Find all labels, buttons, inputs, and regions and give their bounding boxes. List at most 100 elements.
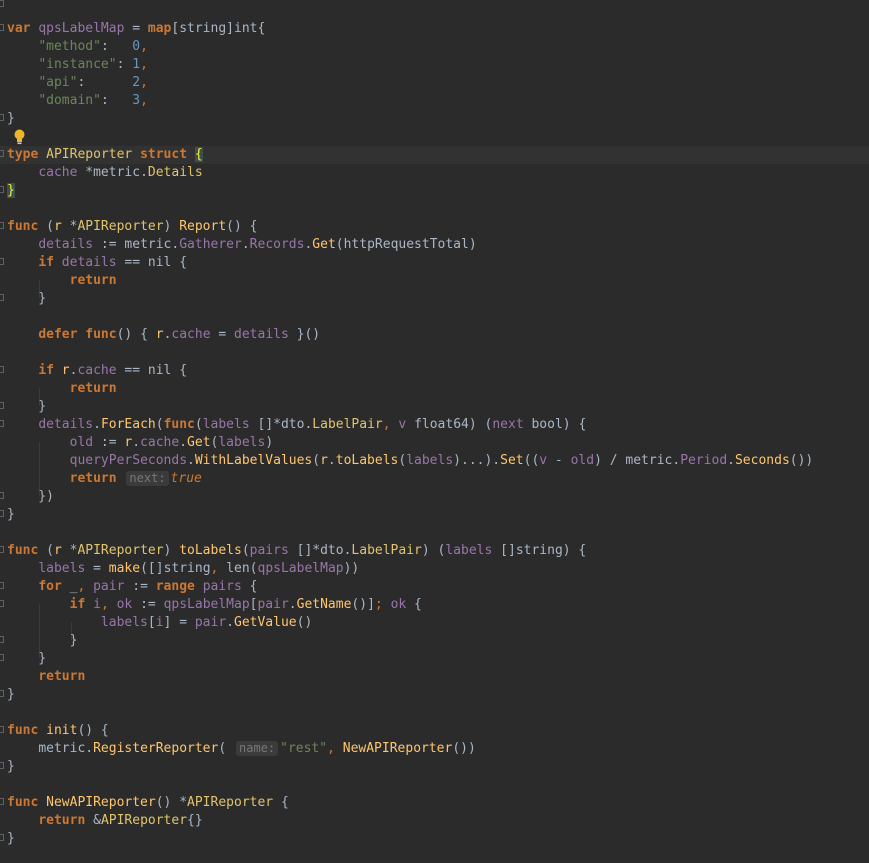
- fold-marker-icon[interactable]: [0, 150, 4, 157]
- code-line: func (r *APIReporter) toLabels(pairs []*…: [0, 542, 869, 560]
- keyword: struct: [140, 147, 188, 162]
- fold-marker-icon[interactable]: [0, 726, 4, 733]
- code-line: if details == nil {: [0, 254, 869, 272]
- code-text: }: [7, 831, 15, 846]
- keyword: type: [7, 147, 39, 162]
- code-line-current: type APIReporter struct {: [0, 146, 869, 164]
- fold-marker-icon[interactable]: [0, 546, 4, 553]
- code-line: "domain": 3,: [0, 92, 869, 110]
- fold-marker-icon[interactable]: [0, 114, 4, 121]
- code-line: }: [0, 830, 869, 848]
- code-line: defer func() { r.cache = details }(): [0, 326, 869, 344]
- fold-marker-icon[interactable]: [0, 222, 4, 229]
- number-literal: 3: [132, 93, 141, 108]
- fold-marker-icon[interactable]: [0, 366, 4, 373]
- code-line: return: [0, 668, 869, 686]
- code-line: for _, pair := range pairs {: [0, 578, 869, 596]
- code-text: return next: true: [69, 471, 202, 486]
- type-name: Details: [147, 165, 203, 180]
- code-line: if r.cache == nil {: [0, 362, 869, 380]
- number-literal: 0: [132, 39, 141, 54]
- fold-marker-icon[interactable]: [0, 402, 4, 409]
- fold-marker-icon[interactable]: [0, 600, 4, 607]
- function-name: init: [46, 723, 78, 738]
- code-line: }: [0, 290, 869, 308]
- code-line: queryPerSeconds.WithLabelValues(r.toLabe…: [0, 452, 869, 470]
- fold-marker-icon[interactable]: [0, 762, 4, 769]
- keyword: map: [147, 21, 172, 36]
- code-text: "instance": 1,: [38, 57, 148, 72]
- fold-marker-icon[interactable]: [0, 582, 4, 589]
- code-line: var qpsLabelMap = map[string]int{: [0, 20, 869, 38]
- keyword: func: [7, 219, 39, 234]
- matched-brace: {: [194, 147, 203, 162]
- code-text: }: [7, 182, 15, 200]
- code-text: labels[i] = pair.GetValue(): [100, 615, 313, 630]
- string-literal: "domain": [38, 93, 101, 108]
- code-line: }: [0, 686, 869, 704]
- code-line: cache *metric.Details: [0, 164, 869, 182]
- code-text: cache *metric.Details: [38, 165, 203, 180]
- code-text: func (r *APIReporter) Report() {: [7, 219, 258, 234]
- code-line: }: [0, 110, 869, 128]
- string-literal: "method": [38, 39, 101, 54]
- code-text: }: [7, 633, 78, 648]
- fold-marker-icon[interactable]: [0, 0, 4, 7]
- code-text: if r.cache == nil {: [38, 363, 188, 378]
- fold-marker-icon[interactable]: [0, 834, 4, 841]
- code-text: return: [38, 669, 86, 684]
- code-text: }: [7, 651, 47, 666]
- code-text: }: [7, 111, 15, 126]
- code-text: }: [7, 687, 15, 702]
- code-text: "domain": 3,: [38, 93, 148, 108]
- fold-marker-icon[interactable]: [0, 186, 4, 193]
- code-line: }: [0, 650, 869, 668]
- code-line: }: [0, 632, 869, 650]
- code-line: return: [0, 380, 869, 398]
- code-editor[interactable]: var qpsLabelMap = map[string]int{ "metho…: [0, 0, 869, 863]
- code-line: }): [0, 488, 869, 506]
- code-line: func init() {: [0, 722, 869, 740]
- code-text: labels = make([]string, len(qpsLabelMap)…: [38, 561, 360, 576]
- parameter-hint: next:: [126, 471, 169, 486]
- code-text: if i, ok := qpsLabelMap[pair.GetName()];…: [69, 597, 422, 612]
- code-line: func (r *APIReporter) Report() {: [0, 218, 869, 236]
- code-text: queryPerSeconds.WithLabelValues(r.toLabe…: [69, 453, 814, 468]
- code-line: details.ForEach(func(labels []*dto.Label…: [0, 416, 869, 434]
- code-text: metric.RegisterReporter( name: "rest", Ne…: [38, 741, 476, 756]
- fold-marker-icon[interactable]: [0, 492, 4, 499]
- code-text: if details == nil {: [38, 255, 188, 270]
- string-literal: "instance": [38, 57, 117, 72]
- type-name: APIReporter: [46, 147, 133, 162]
- code-text: "method": 0,: [38, 39, 148, 54]
- fold-marker-icon[interactable]: [0, 294, 4, 301]
- fold-marker-icon[interactable]: [0, 24, 4, 31]
- field-name: cache: [38, 165, 78, 180]
- code-line: "method": 0,: [0, 38, 869, 56]
- code-text: "api": 2,: [38, 75, 148, 90]
- type-name: int: [234, 21, 258, 36]
- code-text: details.ForEach(func(labels []*dto.Label…: [38, 417, 587, 432]
- code-text: return: [69, 273, 117, 288]
- code-text: return: [69, 381, 117, 396]
- matched-brace: }: [7, 183, 15, 198]
- bool-literal: true: [170, 471, 202, 486]
- code-text: }: [7, 399, 47, 414]
- fold-marker-icon[interactable]: [0, 510, 4, 517]
- fold-marker-icon[interactable]: [0, 636, 4, 643]
- code-text: details := metric.Gatherer.Records.Get(h…: [38, 237, 477, 252]
- fold-marker-icon[interactable]: [0, 798, 4, 805]
- fold-marker-icon[interactable]: [0, 654, 4, 661]
- code-line: if i, ok := qpsLabelMap[pair.GetName()];…: [0, 596, 869, 614]
- keyword: var: [7, 21, 31, 36]
- fold-marker-icon[interactable]: [0, 258, 4, 265]
- code-text: return &APIReporter{}: [38, 813, 203, 828]
- code-line: }: [0, 182, 869, 200]
- code-text: type APIReporter struct {: [7, 146, 203, 164]
- fold-marker-icon[interactable]: [0, 420, 4, 427]
- code-text: func init() {: [7, 723, 109, 738]
- code-text: func NewAPIReporter() *APIReporter {: [7, 795, 289, 810]
- fold-marker-icon[interactable]: [0, 690, 4, 697]
- type-name: string: [179, 21, 227, 36]
- code-text: var qpsLabelMap = map[string]int{: [7, 21, 266, 36]
